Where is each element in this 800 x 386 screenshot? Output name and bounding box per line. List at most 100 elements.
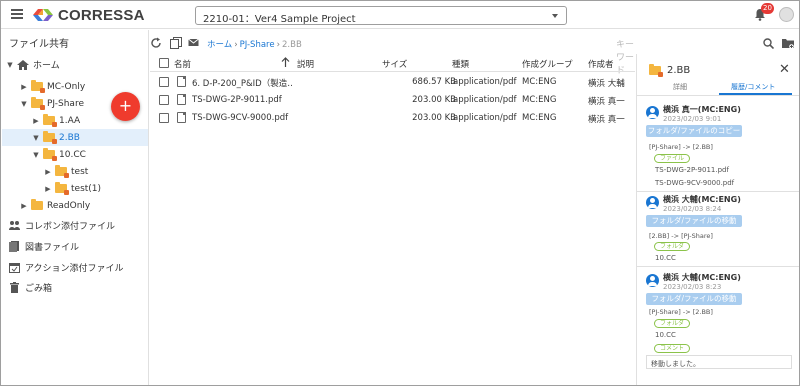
chevron-down-icon[interactable]: ▼	[31, 151, 41, 159]
user-avatar-icon	[646, 196, 659, 209]
top-bar: CORRESSA 2210-01：Ver4 Sample Project 20	[1, 1, 799, 29]
panel-tabs: 詳細 履歴/コメント	[637, 80, 799, 95]
history-user: 横浜 真一(MC:ENG)	[663, 105, 741, 114]
copy-icon[interactable]	[170, 37, 182, 49]
table-row[interactable]: 6. D-P-200_P&ID（製造… 686.57 KB applicatio…	[150, 73, 635, 91]
file-size: 203.00 KB	[412, 95, 456, 105]
tree-item-2-bb[interactable]: ▼ 2.BB	[2, 129, 148, 146]
chevron-down-icon[interactable]: ▼	[5, 61, 15, 69]
menu-icon[interactable]	[11, 9, 23, 19]
sidebar: ファイル共有 + ▼ ホーム ▶ MC-Only ▼ PJ-Share ▶ 1.…	[1, 30, 149, 385]
add-button[interactable]: +	[111, 92, 140, 121]
tree-item-10-cc[interactable]: ▼ 10.CC	[31, 146, 86, 163]
history-file[interactable]: TS-DWG-2P-9011.pdf	[655, 166, 729, 174]
tree-item-label: PJ-Share	[47, 98, 84, 109]
home-icon	[17, 59, 29, 70]
row-checkbox[interactable]	[159, 77, 169, 87]
tree-item-label: ホーム	[33, 61, 60, 71]
calendar-icon	[9, 263, 20, 273]
shared-folder-icon	[43, 131, 57, 144]
history-date: 2023/02/03 9:01	[663, 115, 722, 123]
history-action: フォルダ/ファイルのコピー	[646, 125, 742, 137]
mail-send-icon[interactable]	[188, 37, 200, 49]
breadcrumb-current: 2.BB	[282, 40, 302, 50]
history-user: 横浜 大輔(MC:ENG)	[663, 273, 741, 282]
sidebar-title: ファイル共有	[9, 39, 69, 50]
row-checkbox[interactable]	[159, 113, 169, 123]
comment-text: 移動しました。	[646, 355, 792, 369]
chevron-right-icon[interactable]: ▶	[31, 117, 41, 125]
breadcrumb-separator: ›	[234, 40, 238, 50]
column-header-author[interactable]: 作成者	[588, 58, 614, 70]
shared-folder-icon	[31, 97, 45, 110]
sidebar-link-library-files[interactable]: 図書ファイル	[9, 239, 79, 254]
history-path: [2.BB] -> [PJ-Share]	[649, 232, 713, 240]
chevron-down-icon[interactable]: ▼	[31, 134, 41, 142]
divider	[637, 95, 799, 96]
tree-item-1-aa[interactable]: ▶ 1.AA	[31, 112, 80, 129]
toolbar: ホーム › PJ-Share › 2.BB キーワード	[150, 30, 635, 76]
sidebar-link-collabo-attachments[interactable]: コレボン添付ファイル	[9, 218, 115, 233]
refresh-icon[interactable]	[150, 37, 162, 49]
tree-item-label: MC-Only	[47, 81, 86, 92]
tree-item-readonly[interactable]: ▶ ReadOnly	[19, 197, 90, 214]
tree-item-test[interactable]: ▶ test	[43, 163, 88, 180]
table-row[interactable]: TS-DWG-9CV-9000.pdf 203.00 KB applicatio…	[150, 109, 635, 127]
history-file[interactable]: 10.CC	[655, 331, 676, 339]
new-folder-icon[interactable]	[782, 38, 794, 49]
tree-item-home[interactable]: ▼ ホーム	[5, 56, 60, 73]
tree-item-test-1[interactable]: ▶ test(1)	[43, 180, 101, 197]
breadcrumb-home[interactable]: ホーム	[207, 40, 232, 50]
chevron-right-icon[interactable]: ▶	[43, 185, 53, 193]
history-path: [PJ-Share] -> [2.BB]	[649, 308, 713, 316]
tree-item-mc-only[interactable]: ▶ MC-Only	[19, 78, 85, 95]
app-logo[interactable]: CORRESSA	[31, 6, 145, 24]
select-all-checkbox[interactable]	[159, 58, 169, 68]
tree-item-label: 2.BB	[59, 132, 80, 143]
column-header-size[interactable]: サイズ	[382, 58, 407, 70]
detail-panel: 2.BB ✕ 詳細 履歴/コメント 横浜 真一(MC:ENG) 2023/02/…	[636, 54, 799, 385]
history-file[interactable]: 10.CC	[655, 254, 676, 262]
sidebar-link-label: コレボン添付ファイル	[25, 222, 116, 232]
history-date: 2023/02/03 8:23	[663, 283, 722, 291]
file-author: 横浜 真一	[588, 97, 625, 107]
breadcrumb-pj-share[interactable]: PJ-Share	[240, 40, 275, 50]
logo-icon	[33, 9, 53, 21]
user-avatar[interactable]	[779, 7, 794, 22]
project-select[interactable]: 2210-01：Ver4 Sample Project	[195, 6, 567, 25]
history-action: フォルダ/ファイルの移動	[646, 293, 742, 305]
sidebar-link-trash[interactable]: ごみ箱	[9, 280, 52, 295]
chevron-right-icon[interactable]: ▶	[43, 168, 53, 176]
tree-item-pj-share[interactable]: ▼ PJ-Share	[19, 95, 84, 112]
tree-item-label: ReadOnly	[47, 200, 91, 211]
column-header-name[interactable]: 名前	[174, 58, 191, 70]
chevron-right-icon[interactable]: ▶	[19, 202, 29, 210]
folder-tag: フォルダ	[654, 242, 691, 251]
tab-details[interactable]: 詳細	[673, 82, 687, 92]
file-name[interactable]: TS-DWG-9CV-9000.pdf	[192, 113, 292, 123]
column-header-group[interactable]: 作成グループ	[522, 58, 573, 70]
pdf-file-icon	[177, 112, 186, 123]
sort-up-icon[interactable]	[281, 57, 290, 68]
table-row[interactable]: TS-DWG-2P-9011.pdf 203.00 KB application…	[150, 91, 635, 109]
row-checkbox[interactable]	[159, 95, 169, 105]
history-file[interactable]: TS-DWG-9CV-9000.pdf	[655, 179, 734, 187]
panel-header: 2.BB	[647, 64, 690, 77]
column-header-type[interactable]: 種類	[452, 58, 469, 70]
tree-item-label: 10.CC	[59, 149, 86, 160]
search-icon[interactable]	[763, 38, 774, 49]
column-header-description[interactable]: 説明	[297, 58, 314, 70]
shared-folder-icon	[55, 165, 69, 178]
chevron-down-icon[interactable]: ▼	[19, 100, 29, 108]
close-icon[interactable]: ✕	[779, 62, 790, 77]
file-name[interactable]: TS-DWG-2P-9011.pdf	[192, 95, 292, 105]
history-path: [PJ-Share] -> [2.BB]	[649, 143, 713, 151]
tab-history-comments[interactable]: 履歴/コメント	[731, 82, 775, 92]
scrollbar[interactable]	[795, 58, 798, 384]
chevron-right-icon[interactable]: ▶	[19, 83, 29, 91]
sidebar-link-action-attachments[interactable]: アクション添付ファイル	[9, 260, 124, 275]
file-size: 203.00 KB	[412, 113, 456, 123]
file-type: application/pdf	[453, 113, 517, 123]
logo-text: CORRESSA	[58, 6, 145, 24]
file-name[interactable]: 6. D-P-200_P&ID（製造…	[192, 77, 292, 89]
